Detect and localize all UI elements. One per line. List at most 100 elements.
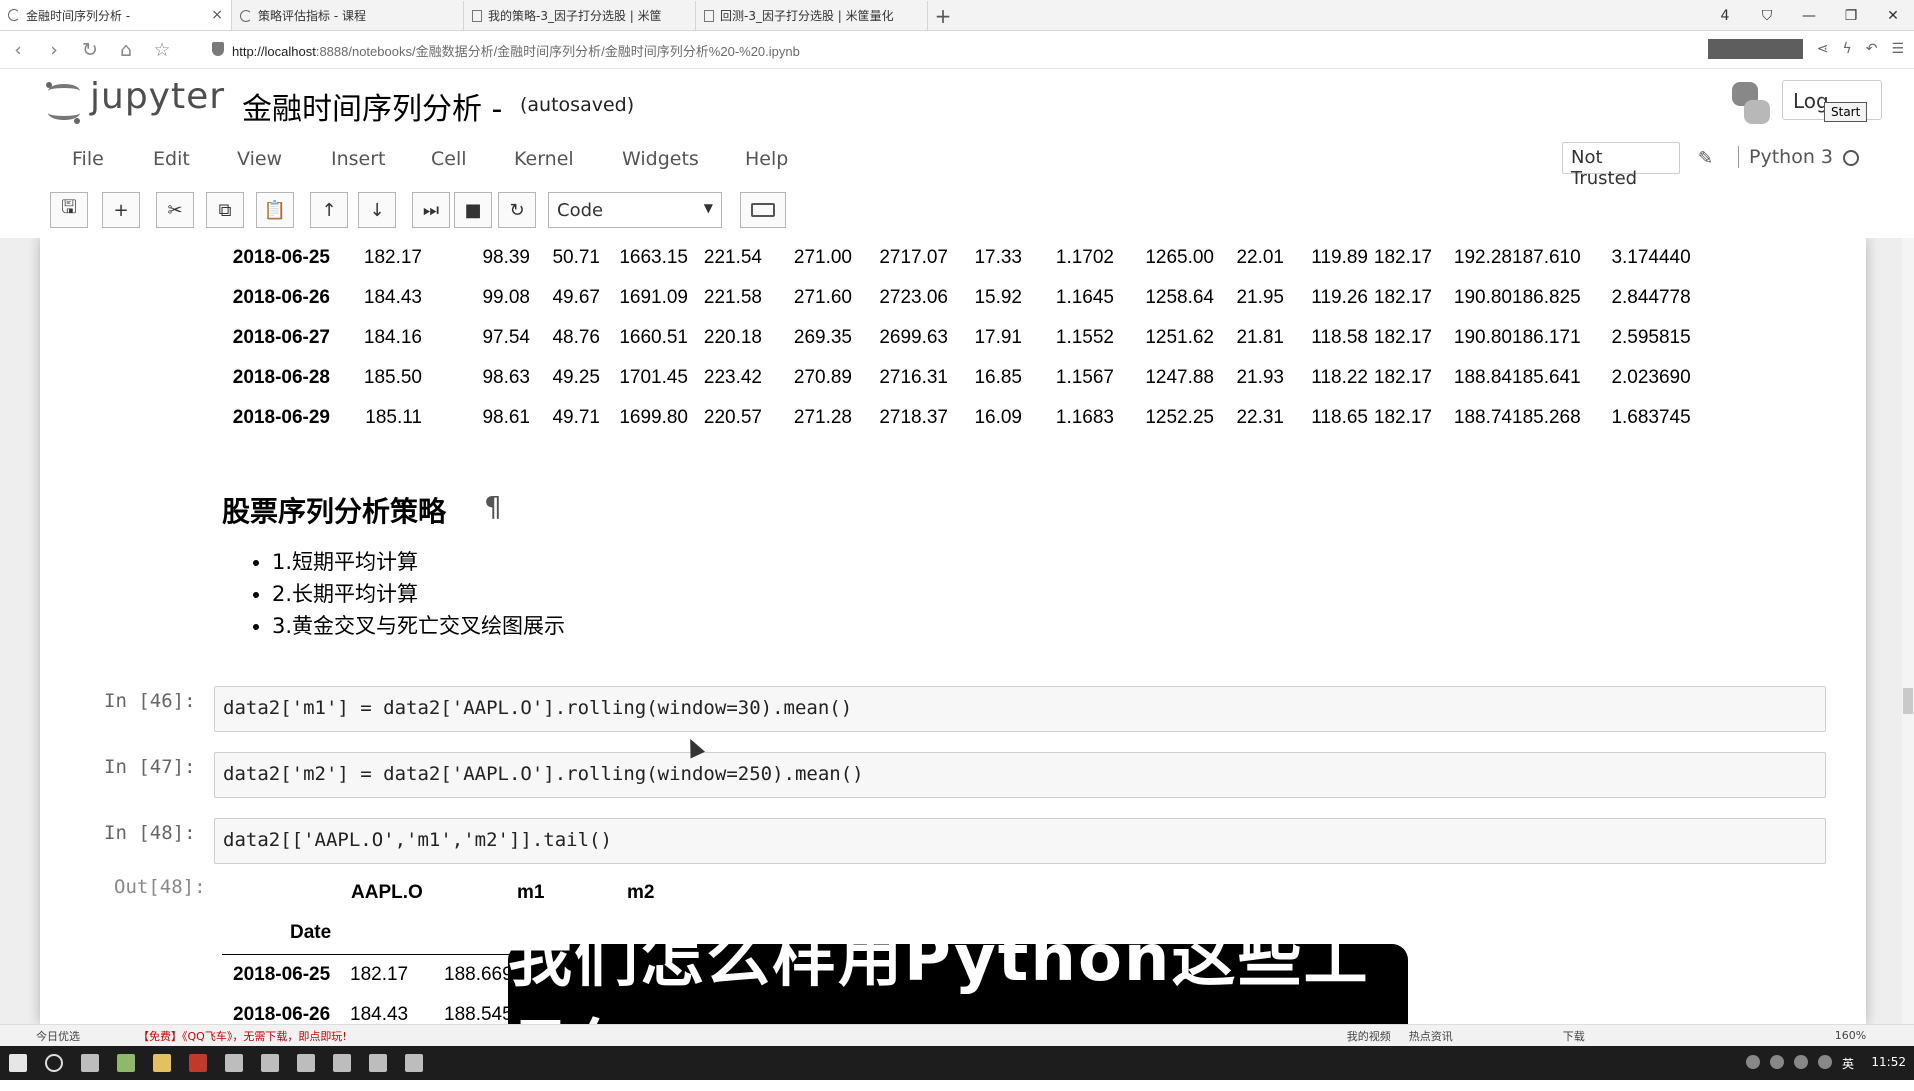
volume-icon[interactable] xyxy=(1817,1055,1832,1069)
jupyter-brand[interactable]: jupyter xyxy=(90,76,225,117)
paste-icon[interactable]: 📋 xyxy=(256,192,294,228)
row-index: 2018-06-28 xyxy=(232,367,330,388)
tab-title: 金融时间序列分析 - xyxy=(26,8,131,23)
cell-type-value: Code xyxy=(557,200,604,221)
browser-tab[interactable]: 回测-3_因子打分选股 | 米筐量化 xyxy=(696,1,928,30)
tray-icon[interactable] xyxy=(1793,1055,1808,1069)
app-icon[interactable] xyxy=(297,1054,315,1072)
move-down-icon[interactable]: ↓ xyxy=(358,192,396,228)
url-host: http://localhost xyxy=(232,44,316,59)
table-cell: 190.80 xyxy=(1453,327,1512,348)
menu-widgets[interactable]: Widgets xyxy=(622,148,699,170)
code-cell-input[interactable]: data2['m2'] = data2['AAPL.O'].rolling(wi… xyxy=(214,752,1826,798)
windows-start-icon[interactable] xyxy=(9,1054,27,1072)
stop-icon[interactable]: ■ xyxy=(454,192,492,228)
notebook-title[interactable]: 金融时间序列分析 - xyxy=(242,84,502,128)
close-window-button[interactable]: ✕ xyxy=(1872,8,1914,24)
table-cell: 118.65 xyxy=(1311,407,1368,428)
new-tab-button[interactable]: + xyxy=(928,1,958,30)
cell-type-select[interactable]: Code ▼ xyxy=(548,192,722,228)
table-cell: 15.92 xyxy=(974,287,1022,308)
close-tab-icon[interactable]: × xyxy=(211,7,223,23)
app-icon[interactable] xyxy=(189,1054,207,1072)
tray-icon[interactable] xyxy=(1745,1055,1760,1069)
app-icon[interactable] xyxy=(333,1054,351,1072)
share-icon[interactable]: ⋖ xyxy=(1817,41,1829,57)
table-cell: 17.91 xyxy=(974,327,1022,348)
app-icon[interactable] xyxy=(369,1054,387,1072)
table-cell: 119.26 xyxy=(1311,287,1368,308)
shirt-icon[interactable]: ⛉ xyxy=(1746,8,1788,24)
menu-insert[interactable]: Insert xyxy=(331,148,386,170)
table-cell: 182.17 xyxy=(1373,407,1432,428)
input-language[interactable]: 英 xyxy=(1842,1055,1854,1072)
scrollbar-thumb[interactable] xyxy=(1903,688,1913,714)
menu-help[interactable]: Help xyxy=(745,148,788,170)
not-trusted-button[interactable]: Not Trusted xyxy=(1562,142,1680,189)
tray-icon[interactable] xyxy=(1769,1055,1784,1069)
menu-kernel[interactable]: Kernel xyxy=(514,148,574,170)
table-cell: 271.60 xyxy=(793,287,852,308)
status-left-label[interactable]: 今日优选 xyxy=(36,1028,80,1044)
code-cell-input[interactable]: data2[['AAPL.O','m1','m2']].tail() xyxy=(214,818,1826,864)
table-cell: 118.22 xyxy=(1311,367,1368,388)
url-field[interactable]: http://localhost:8888/notebooks/金融数据分析/金… xyxy=(232,41,800,60)
code-cell-input[interactable]: data2['m1'] = data2['AAPL.O'].rolling(wi… xyxy=(214,686,1826,732)
browser-tab[interactable]: 策略评估指标 - 课程 xyxy=(232,1,464,30)
restore-button[interactable]: ❐ xyxy=(1830,8,1872,24)
status-item[interactable]: 下载 xyxy=(1563,1028,1585,1044)
menu-cell[interactable]: Cell xyxy=(431,148,467,170)
browser-tab-active[interactable]: 金融时间序列分析 - × xyxy=(0,0,232,30)
table-cell: 21.95 xyxy=(1236,287,1284,308)
task-view-icon[interactable] xyxy=(81,1054,99,1072)
forward-icon[interactable]: › xyxy=(36,39,72,61)
menu-icon[interactable]: ☰ xyxy=(1891,41,1904,57)
app-icon[interactable] xyxy=(405,1054,423,1072)
anchor-link-icon[interactable]: ¶ xyxy=(484,490,502,523)
status-item[interactable]: 我的视频 xyxy=(1347,1028,1391,1044)
extension-thumbnail[interactable] xyxy=(1707,39,1803,59)
status-news[interactable]: 【免费】《QQ飞车》，无需下载，即点即玩! xyxy=(138,1028,347,1044)
save-icon[interactable]: 🖫 xyxy=(50,192,88,228)
search-icon[interactable] xyxy=(45,1054,63,1072)
menu-edit[interactable]: Edit xyxy=(153,148,190,170)
move-up-icon[interactable]: ↑ xyxy=(310,192,348,228)
browser-tab[interactable]: 我的策略-3_因子打分选股 | 米筐 xyxy=(464,1,696,30)
table-cell: 2717.07 xyxy=(879,247,948,268)
scrollbar[interactable] xyxy=(1902,238,1914,1024)
table-cell: 49.25 xyxy=(552,367,600,388)
insert-cell-icon[interactable]: + xyxy=(102,192,140,228)
home-icon[interactable]: ⌂ xyxy=(108,39,144,61)
back-icon[interactable]: ‹ xyxy=(0,39,36,61)
keyboard-icon[interactable] xyxy=(740,192,786,228)
jupyter-logo-icon[interactable] xyxy=(44,82,84,124)
menu-view[interactable]: View xyxy=(237,148,282,170)
browser-app-icon[interactable] xyxy=(117,1054,135,1072)
table-cell: 1251.62 xyxy=(1145,327,1214,348)
app-icon[interactable] xyxy=(261,1054,279,1072)
column-header: AAPL.O xyxy=(351,882,423,903)
star-icon[interactable]: ☆ xyxy=(144,39,180,61)
menu-file[interactable]: File xyxy=(72,148,104,170)
table-cell: 1.1567 xyxy=(1055,367,1114,388)
kernel-name: Python 3 xyxy=(1738,146,1833,168)
run-icon[interactable]: ⏭ xyxy=(412,192,450,228)
app-icon[interactable] xyxy=(225,1054,243,1072)
restart-icon[interactable]: ↻ xyxy=(498,192,536,228)
window-controls: 4 ⛉ — ❐ ✕ xyxy=(1704,0,1914,31)
table-cell: 22.01 xyxy=(1236,247,1284,268)
copy-icon[interactable]: ⧉ xyxy=(206,192,244,228)
table-row: 2018-06-29 185.11 98.61 49.71 1699.80 220.57 2… xyxy=(220,398,1691,438)
undo-icon[interactable]: ↶ xyxy=(1866,41,1878,57)
lightning-icon[interactable]: ϟ xyxy=(1842,41,1851,57)
minimize-button[interactable]: — xyxy=(1788,8,1830,24)
zoom-level[interactable]: 160% xyxy=(1835,1029,1866,1042)
status-item[interactable]: 热点资讯 xyxy=(1409,1028,1453,1044)
table-cell: 1.683745 xyxy=(1611,407,1691,428)
cut-icon[interactable]: ✂ xyxy=(156,192,194,228)
reload-icon[interactable]: ↻ xyxy=(72,39,108,61)
table-cell: 188.669 xyxy=(444,964,513,985)
tab-count-badge[interactable]: 4 xyxy=(1704,8,1746,24)
folder-app-icon[interactable] xyxy=(153,1054,171,1072)
pencil-icon[interactable]: ✎ xyxy=(1698,148,1713,169)
